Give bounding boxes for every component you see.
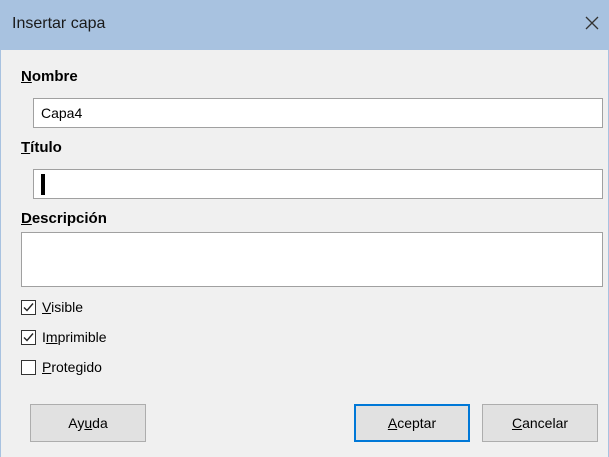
close-icon[interactable] [581, 12, 603, 34]
help-button-text: da [92, 415, 108, 431]
visible-label-accel: V [42, 299, 52, 315]
visible-checkbox[interactable] [21, 299, 36, 315]
ok-button-accel: A [387, 415, 398, 431]
checkmark-icon [23, 302, 34, 312]
help-button-prefix: Ay [68, 415, 85, 431]
window-border-left [0, 50, 1, 457]
title-bar: Insertar capa [0, 0, 609, 50]
protected-checkbox-row[interactable]: Protegido [21, 359, 102, 375]
name-field[interactable]: Capa4 [33, 98, 603, 128]
printable-checkbox[interactable] [21, 329, 36, 345]
cancel-button-text: ancelar [522, 415, 569, 431]
cancel-button[interactable]: Cancelar [482, 404, 598, 442]
help-button-accel: u [84, 415, 93, 431]
title-label-accel: T [21, 139, 31, 156]
ok-button[interactable]: Aceptar [354, 404, 470, 442]
visible-label: Visible [42, 299, 83, 315]
protected-label: Protegido [42, 359, 102, 375]
protected-label-text: rotegido [51, 359, 102, 375]
dialog-title: Insertar capa [12, 15, 106, 32]
title-label-text: ítulo [30, 139, 62, 156]
printable-label-text: primible [57, 329, 107, 345]
name-label-accel: N [21, 68, 32, 85]
visible-label-text: isible [51, 299, 83, 315]
description-textarea[interactable] [21, 232, 603, 287]
title-field[interactable] [33, 169, 603, 199]
protected-checkbox[interactable] [21, 359, 36, 375]
printable-label: Imprimible [42, 329, 107, 345]
title-label: Título [21, 139, 62, 156]
name-label: Nombre [21, 68, 78, 85]
printable-label-accel: m [45, 329, 58, 345]
name-label-text: ombre [31, 68, 78, 85]
cancel-button-accel: C [511, 415, 523, 431]
protected-label-accel: P [42, 359, 52, 375]
text-caret [41, 174, 45, 195]
checkmark-icon [23, 332, 34, 342]
ok-button-text: ceptar [397, 415, 437, 431]
printable-checkbox-row[interactable]: Imprimible [21, 329, 107, 345]
description-label: Descripción [21, 210, 107, 227]
description-label-accel: D [21, 210, 32, 227]
help-button[interactable]: Ay u da [30, 404, 146, 442]
visible-checkbox-row[interactable]: Visible [21, 299, 83, 315]
name-field-value: Capa4 [41, 105, 83, 121]
description-label-text: escripción [31, 210, 107, 227]
close-icon-glyph [585, 16, 599, 30]
